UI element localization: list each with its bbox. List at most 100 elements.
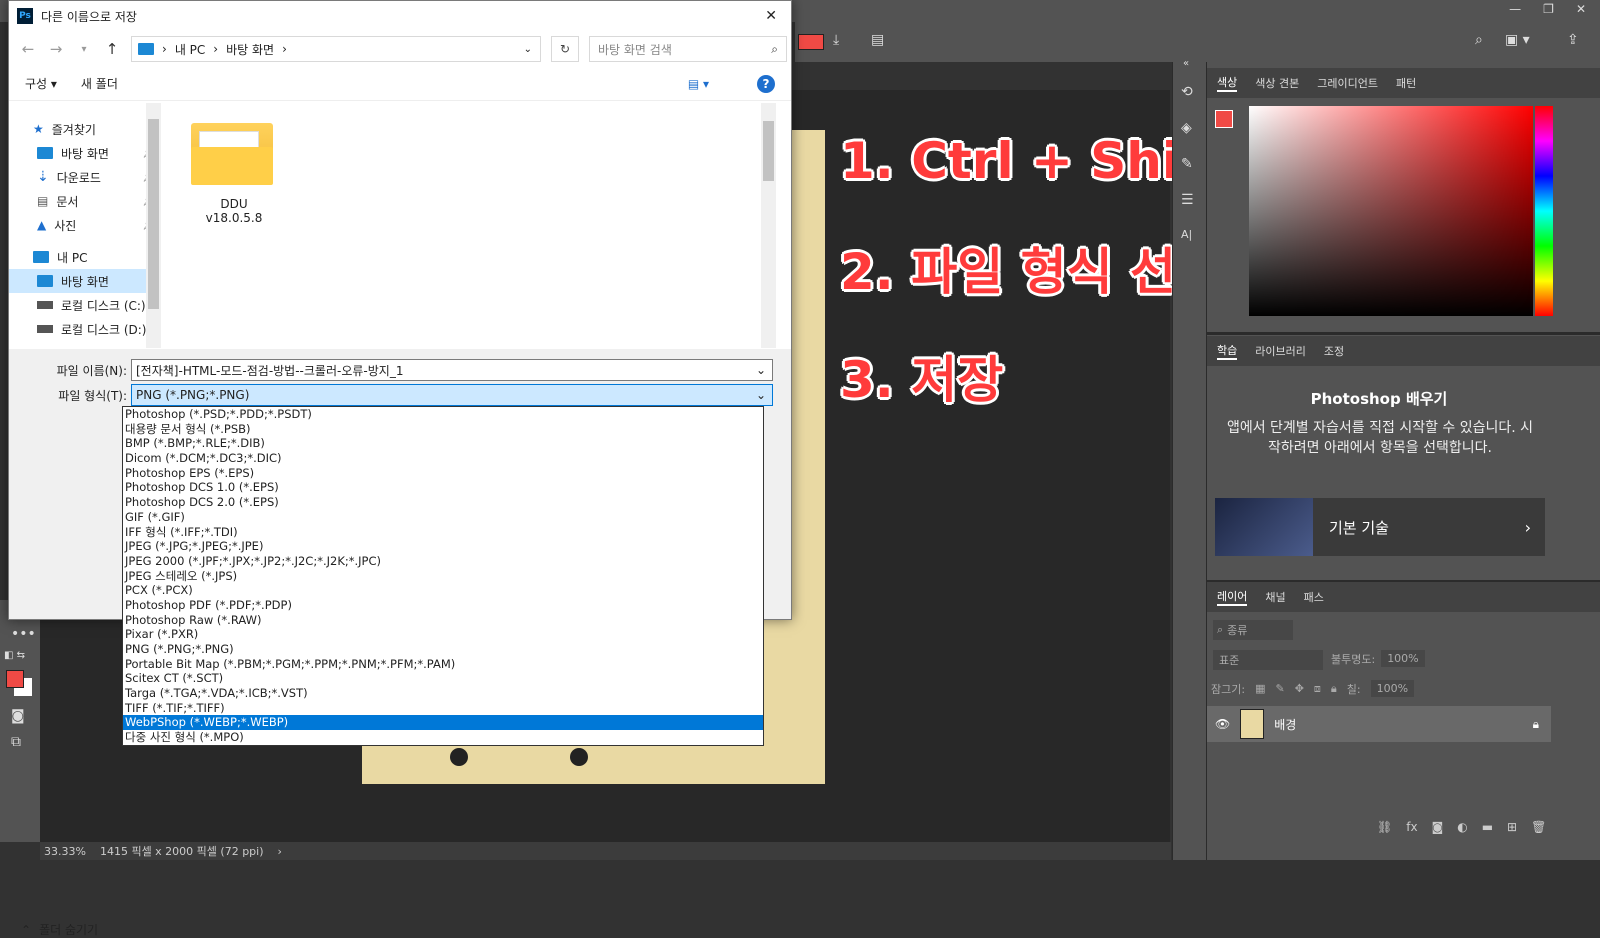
filetype-select[interactable]: PNG (*.PNG;*.PNG) ⌄ [131, 384, 773, 406]
restore-icon[interactable]: ❐ [1543, 2, 1554, 16]
lock-artboard-icon[interactable]: ⧈ [1314, 682, 1321, 696]
new-folder-button[interactable]: 새 폴더 [81, 75, 118, 92]
filetype-option[interactable]: WebPShop (*.WEBP;*.WEBP) [123, 715, 763, 731]
nav-drive-d[interactable]: 로컬 디스크 (D:) [9, 317, 161, 341]
filetype-option[interactable]: Photoshop DCS 2.0 (*.EPS) [123, 495, 763, 510]
add-mask-icon[interactable]: ◙ [1432, 820, 1444, 834]
color-swatch-icon[interactable] [798, 34, 824, 50]
address-bar[interactable]: › 내 PC › 바탕 화면 › ⌄ [131, 36, 541, 62]
file-scrollbar[interactable] [761, 103, 776, 348]
filetype-option[interactable]: JPEG 스테레오 (*.JPS) [123, 569, 763, 584]
delete-layer-icon[interactable]: 🗑︎ [1531, 820, 1546, 834]
chevron-down-icon[interactable]: ⌄ [756, 363, 766, 377]
lock-transparent-icon[interactable]: ▦ [1255, 682, 1265, 695]
collapse-icon[interactable]: « [1183, 58, 1189, 69]
share-icon[interactable]: ⇪ [1567, 32, 1579, 48]
up-arrow-icon[interactable]: ↑ [103, 40, 121, 58]
help-button[interactable]: ? [757, 74, 775, 93]
close-icon[interactable]: ✕ [1576, 2, 1586, 16]
filetype-option[interactable]: Photoshop EPS (*.EPS) [123, 466, 763, 481]
hide-folders-button[interactable]: ⌃ 폴더 숨기기 [21, 921, 98, 938]
tab-patterns[interactable]: 패턴 [1396, 75, 1416, 91]
breadcrumb-pc[interactable]: 내 PC [175, 41, 205, 58]
layer-row-background[interactable]: 👁︎ 배경 🔒︎ [1207, 706, 1551, 742]
tab-adjustments[interactable]: 조정 [1324, 343, 1344, 359]
tab-swatches[interactable]: 색상 견본 [1255, 75, 1299, 91]
adjustment-layer-icon[interactable]: ◐ [1457, 820, 1467, 834]
status-arrow-icon[interactable]: › [278, 845, 282, 858]
organize-menu[interactable]: 구성 ▾ [25, 75, 57, 92]
filetype-option[interactable]: BMP (*.BMP;*.RLE;*.DIB) [123, 436, 763, 451]
history-icon[interactable]: ⟲ [1181, 84, 1193, 100]
foreground-color-swatch[interactable] [6, 670, 24, 688]
filetype-option[interactable]: PNG (*.PNG;*.PNG) [123, 642, 763, 657]
view-options-icon[interactable]: ▤ ▾ [688, 77, 709, 91]
filetype-option[interactable]: JPEG (*.JPG;*.JPEG;*.JPE) [123, 539, 763, 554]
tab-channels[interactable]: 채널 [1265, 589, 1285, 605]
refresh-button[interactable]: ↻ [551, 36, 579, 62]
workspace-icon[interactable]: ▣ ▾ [1505, 32, 1530, 48]
nav-drive-c[interactable]: 로컬 디스크 (C:) [9, 293, 161, 317]
nav-pc-desktop[interactable]: 바탕 화면 [9, 269, 161, 293]
nav-item-desktop[interactable]: 바탕 화면 📌︎ [9, 141, 161, 165]
chevron-down-icon[interactable]: ⌄ [756, 388, 766, 402]
learn-card-basic-skills[interactable]: 기본 기술 › [1215, 498, 1545, 556]
fill-field[interactable]: 100% [1370, 680, 1415, 697]
lock-move-icon[interactable]: ✥ [1295, 682, 1304, 695]
color-field[interactable] [1249, 106, 1533, 316]
tab-libraries[interactable]: 라이브러리 [1255, 343, 1306, 359]
file-item-folder[interactable]: DDU v18.0.5.8 [191, 123, 277, 225]
filetype-option[interactable]: Portable Bit Map (*.PBM;*.PGM;*.PPM;*.PN… [123, 657, 763, 672]
tab-layers[interactable]: 레이어 [1217, 588, 1248, 606]
lock-all-icon[interactable]: 🔒︎ [1331, 682, 1337, 696]
link-layers-icon[interactable]: ⛓ [1377, 820, 1392, 834]
hue-slider[interactable] [1535, 106, 1553, 316]
nav-item-pictures[interactable]: ▲ 사진 📌︎ [9, 213, 161, 237]
forward-arrow-icon[interactable]: → [47, 40, 65, 58]
warp-text-icon[interactable]: ⤓ [833, 32, 839, 48]
filetype-option[interactable]: TIFF (*.TIF;*.TIFF) [123, 701, 763, 716]
3d-icon[interactable]: ◈ [1181, 120, 1192, 136]
filetype-option[interactable]: Dicom (*.DCM;*.DC3;*.DIC) [123, 451, 763, 466]
visibility-eye-icon[interactable]: 👁︎ [1215, 717, 1230, 731]
filetype-option[interactable]: Scitex CT (*.SCT) [123, 671, 763, 686]
filetype-option[interactable]: Photoshop DCS 1.0 (*.EPS) [123, 480, 763, 495]
color-picker-fg[interactable] [1215, 110, 1233, 128]
nav-favorites[interactable]: ★ 즐겨찾기 [9, 117, 161, 141]
filetype-option[interactable]: JPEG 2000 (*.JPF;*.JPX;*.JP2;*.J2C;*.J2K… [123, 554, 763, 569]
filetype-option[interactable]: GIF (*.GIF) [123, 510, 763, 525]
adjustment-sliders-icon[interactable]: ☰ [1181, 192, 1194, 208]
filetype-option[interactable]: Targa (*.TGA;*.VDA;*.ICB;*.VST) [123, 686, 763, 701]
character-icon[interactable]: A| [1181, 228, 1192, 241]
group-icon[interactable]: ▬ [1482, 820, 1493, 834]
tab-learn[interactable]: 학습 [1217, 342, 1238, 360]
filetype-option[interactable]: 다중 사진 형식 (*.MPO) [123, 730, 763, 745]
screen-mode-icon[interactable]: ⧉ [11, 734, 21, 750]
filetype-option[interactable]: PCX (*.PCX) [123, 583, 763, 598]
recent-chevron-icon[interactable]: ▾ [75, 44, 93, 55]
filetype-option[interactable]: Photoshop PDF (*.PDF;*.PDP) [123, 598, 763, 613]
breadcrumb-desktop[interactable]: 바탕 화면 [226, 41, 274, 58]
filename-input[interactable]: [전자책]-HTML-모드-점검-방법--크롤러-오류-방지_1 ⌄ [131, 359, 773, 381]
filetype-option[interactable]: 대용량 문서 형식 (*.PSB) [123, 422, 763, 437]
zoom-level[interactable]: 33.33% [44, 845, 86, 858]
tab-gradients[interactable]: 그레이디언트 [1317, 75, 1378, 91]
tab-color[interactable]: 색상 [1217, 74, 1238, 92]
nav-scrollbar[interactable] [146, 103, 161, 348]
quick-mask-icon[interactable]: ◙ [11, 708, 25, 724]
lock-brush-icon[interactable]: ✎ [1275, 682, 1284, 695]
character-panel-icon[interactable]: ▤ [871, 32, 884, 48]
minimize-icon[interactable]: — [1509, 2, 1521, 16]
opacity-field[interactable]: 100% [1381, 650, 1425, 667]
brush-settings-icon[interactable]: ✎ [1181, 156, 1193, 172]
fx-icon[interactable]: fx [1406, 820, 1417, 834]
dialog-close-button[interactable]: ✕ [765, 8, 777, 24]
new-layer-icon[interactable]: ⊞ [1507, 820, 1517, 834]
filetype-option[interactable]: Photoshop (*.PSD;*.PDD;*.PSDT) [123, 407, 763, 422]
filetype-option[interactable]: Photoshop Raw (*.RAW) [123, 613, 763, 628]
chevron-down-icon[interactable]: ⌄ [524, 44, 532, 55]
nav-item-documents[interactable]: ▤ 문서 📌︎ [9, 189, 161, 213]
back-arrow-icon[interactable]: ← [19, 40, 37, 58]
search-input[interactable]: 바탕 화면 검색 ⌕ [589, 36, 787, 62]
layer-filter[interactable]: ⌕ 종류 [1213, 620, 1293, 640]
